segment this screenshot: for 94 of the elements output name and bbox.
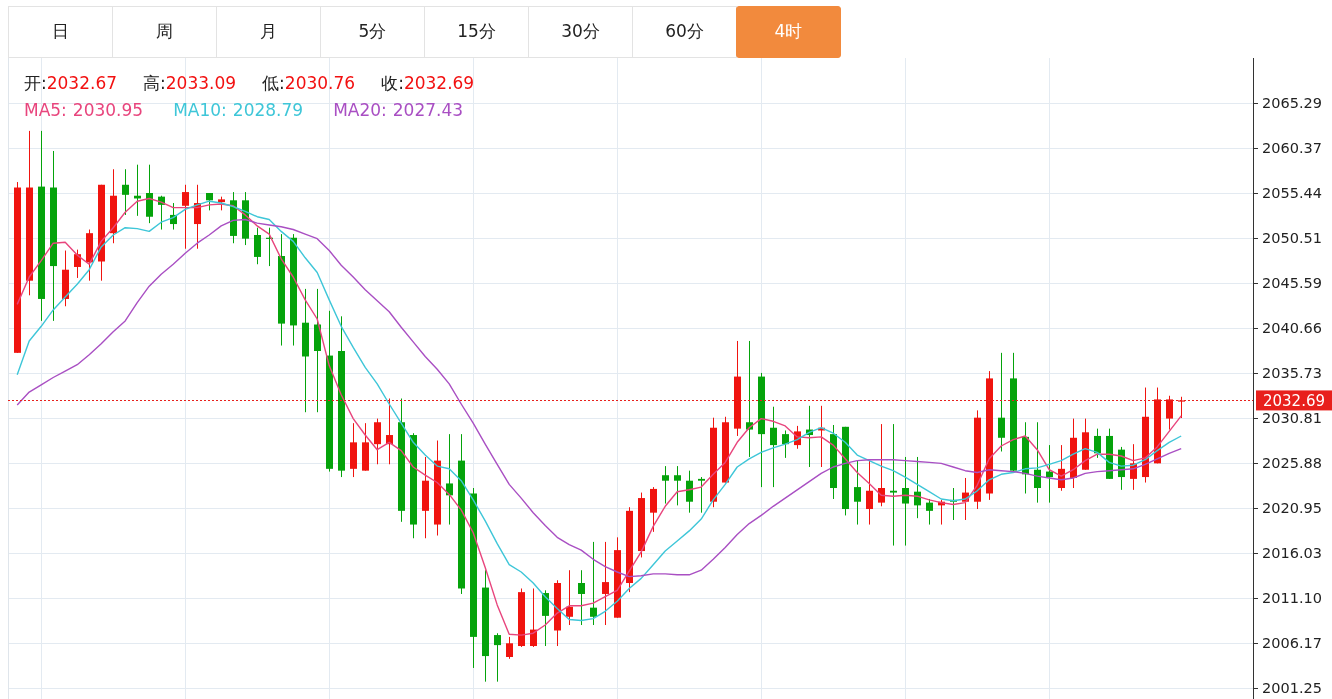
period-tab[interactable]: 月 <box>216 6 321 58</box>
period-tab[interactable]: 30分 <box>528 6 633 58</box>
ma-value: 2027.43 <box>392 100 464 120</box>
candlestick <box>122 169 129 215</box>
candlestick <box>158 195 165 230</box>
candlestick <box>506 636 513 659</box>
quote-value: 2032.69 <box>403 73 475 93</box>
candlestick <box>350 423 357 478</box>
candlestick <box>1118 446 1125 490</box>
candlestick <box>62 250 69 307</box>
ma-label: MA10: <box>173 100 227 120</box>
candlestick <box>206 193 213 211</box>
price-tick-label: 2035.73 <box>1262 365 1322 382</box>
period-tab[interactable]: 5分 <box>320 6 425 58</box>
candlestick <box>1082 418 1089 470</box>
period-tab[interactable]: 15分 <box>424 6 529 58</box>
candlestick <box>1106 428 1113 479</box>
price-tick-label: 2055.44 <box>1262 185 1322 202</box>
price-tick-label: 2011.10 <box>1262 590 1322 607</box>
candlestick <box>374 418 381 465</box>
ma-value: 2028.79 <box>232 100 304 120</box>
candlestick <box>386 398 393 465</box>
price-tick-label: 2060.37 <box>1262 140 1322 157</box>
candlestick <box>494 633 501 682</box>
candlestick <box>794 425 801 449</box>
candlestick <box>962 477 969 520</box>
candlestick <box>1070 418 1077 488</box>
candlestick <box>230 192 237 244</box>
ma-label: MA5: <box>24 100 67 120</box>
candlestick <box>74 249 81 278</box>
price-tag: 2032.69 <box>1256 390 1332 411</box>
candlestick <box>818 405 825 467</box>
candlestick <box>566 570 573 625</box>
period-tab[interactable]: 周 <box>112 6 217 58</box>
candlestick <box>938 499 945 525</box>
price-tick-label: 2025.88 <box>1262 455 1322 472</box>
period-tab[interactable]: 日 <box>8 6 113 58</box>
candlestick <box>170 203 177 230</box>
candlestick <box>662 466 669 504</box>
price-tick-label: 2040.66 <box>1262 320 1322 337</box>
candlestick <box>1058 445 1065 491</box>
candlestick <box>674 466 681 506</box>
candlestick <box>926 498 933 525</box>
quote-value: 2032.67 <box>46 73 118 93</box>
quote-value: 2033.09 <box>165 73 237 93</box>
candlestick <box>518 588 525 647</box>
candlestick <box>638 492 645 558</box>
candlestick <box>134 164 141 216</box>
candlestick <box>650 487 657 532</box>
price-tick-label: 2016.03 <box>1262 545 1322 562</box>
candlestick <box>1046 445 1053 503</box>
price-tick-label: 2030.81 <box>1262 410 1322 427</box>
candlestick <box>182 184 189 249</box>
candlestick <box>1178 396 1185 419</box>
candlestick <box>806 405 813 467</box>
price-tick-label: 2020.95 <box>1262 500 1322 517</box>
candlestick <box>950 488 957 520</box>
candlestick <box>866 460 873 525</box>
price-tick-label: 2065.29 <box>1262 95 1322 112</box>
candlestick <box>854 460 861 525</box>
candlestick <box>242 192 249 246</box>
price-tick-label: 2045.59 <box>1262 275 1322 292</box>
candlestick <box>362 423 369 471</box>
quote-label: 收: <box>381 73 404 93</box>
candlestick <box>554 580 561 646</box>
candlestick <box>1166 395 1173 430</box>
candlestick <box>578 570 585 625</box>
candlestick <box>194 184 201 249</box>
ma-value: 2030.95 <box>72 100 144 120</box>
quote-label: 高: <box>143 73 166 93</box>
candlestick <box>914 456 921 519</box>
price-tick-label: 2001.25 <box>1262 680 1322 697</box>
candlestick <box>686 470 693 513</box>
candlestick <box>1022 422 1029 494</box>
candlestick <box>1094 428 1101 458</box>
candlestick <box>254 227 261 265</box>
candlestick <box>146 164 153 224</box>
quote-label: 低: <box>262 73 285 93</box>
candlestick <box>1130 444 1137 490</box>
price-tick-label: 2006.17 <box>1262 635 1322 652</box>
ma-label: MA20: <box>333 100 387 120</box>
candlestick <box>782 430 789 458</box>
candlestick <box>530 588 537 647</box>
candlestick <box>722 416 729 483</box>
quote-label: 开: <box>24 73 47 93</box>
period-tab[interactable]: 60分 <box>632 6 737 58</box>
candlestick <box>542 590 549 647</box>
candlestick <box>218 196 225 211</box>
ref-line-label: 2032.69 <box>1262 391 1326 410</box>
candlestick <box>266 227 273 267</box>
candlestick <box>698 477 705 513</box>
candlestick <box>86 229 93 281</box>
price-tick-label: 2050.51 <box>1262 230 1322 247</box>
quote-value: 2030.76 <box>284 73 356 93</box>
